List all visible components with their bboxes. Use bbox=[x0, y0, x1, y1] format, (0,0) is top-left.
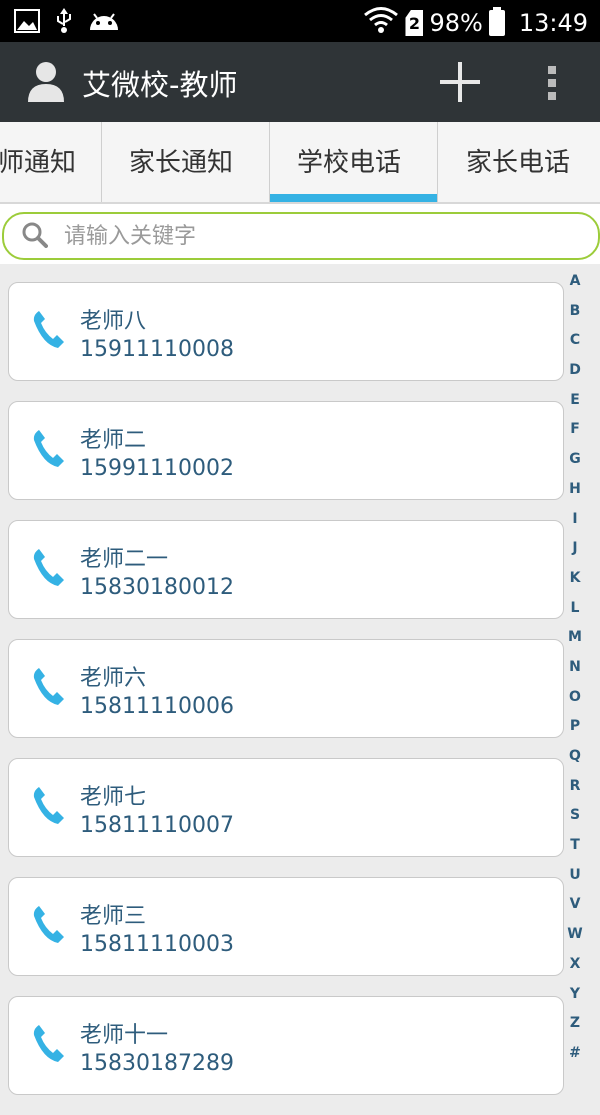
alphabet-index-letter[interactable]: U bbox=[569, 866, 580, 884]
phone-icon[interactable] bbox=[31, 785, 65, 825]
phone-icon[interactable] bbox=[31, 547, 65, 587]
search-input[interactable] bbox=[62, 218, 566, 254]
alphabet-index-letter[interactable]: K bbox=[570, 569, 581, 587]
battery-icon bbox=[488, 7, 505, 36]
action-bar: 艾微校-教师 bbox=[0, 42, 600, 122]
contact-phone: 15811110007 bbox=[80, 813, 234, 838]
alphabet-index-letter[interactable]: O bbox=[569, 688, 581, 706]
alphabet-index-letter[interactable]: P bbox=[570, 717, 580, 735]
image-icon bbox=[14, 9, 40, 39]
contact-name: 老师三 bbox=[80, 904, 147, 929]
contact-name: 老师二 bbox=[80, 428, 147, 453]
alphabet-index-letter[interactable]: C bbox=[570, 331, 580, 349]
phone-icon[interactable] bbox=[31, 309, 65, 349]
alphabet-index-letter[interactable]: S bbox=[570, 806, 580, 824]
phone-icon[interactable] bbox=[31, 428, 65, 468]
usb-icon bbox=[54, 8, 74, 40]
alphabet-index-letter[interactable]: H bbox=[569, 480, 581, 498]
app-title: 艾微校-教师 bbox=[82, 68, 238, 102]
status-bar: 2 98% 13:49 bbox=[0, 0, 600, 42]
alphabet-index-letter[interactable]: E bbox=[570, 391, 580, 409]
contact-name: 老师七 bbox=[80, 785, 147, 810]
alphabet-index-letter[interactable]: Q bbox=[569, 747, 581, 765]
contact-card[interactable]: 老师七 15811110007 bbox=[8, 758, 564, 857]
phone-icon[interactable] bbox=[31, 666, 65, 706]
alphabet-index-letter[interactable]: I bbox=[572, 510, 577, 528]
contact-name: 老师十一 bbox=[80, 1023, 169, 1048]
search-icon bbox=[22, 222, 48, 248]
contact-phone: 15830187289 bbox=[80, 1051, 234, 1076]
contact-name: 老师六 bbox=[80, 666, 147, 691]
tab-bar: 教师通知 家长通知 学校电话 家长电话 bbox=[0, 122, 600, 204]
contact-phone: 15811110003 bbox=[80, 932, 234, 957]
phone-icon[interactable] bbox=[31, 1023, 65, 1063]
alphabet-index-letter[interactable]: D bbox=[569, 361, 581, 379]
alphabet-index-letter[interactable]: T bbox=[570, 836, 580, 854]
alphabet-index-letter[interactable]: M bbox=[568, 628, 582, 646]
alphabet-index-letter[interactable]: A bbox=[570, 272, 581, 290]
alphabet-index-letter[interactable]: W bbox=[567, 925, 582, 943]
android-icon bbox=[88, 10, 120, 38]
contact-phone: 15911110008 bbox=[80, 337, 234, 362]
alphabet-index-letter[interactable]: R bbox=[570, 777, 581, 795]
alphabet-index-letter[interactable]: # bbox=[569, 1044, 581, 1062]
add-icon[interactable] bbox=[440, 62, 480, 102]
contact-card[interactable]: 老师八 15911110008 bbox=[8, 282, 564, 381]
contact-list: 老师八 15911110008 老师二 15991110002 老师二一 15830180… bbox=[8, 282, 564, 1115]
tab-parent-notice[interactable]: 家长通知 bbox=[101, 122, 270, 202]
tab-school-phone[interactable]: 学校电话 bbox=[270, 122, 438, 202]
contact-card[interactable]: 老师三 15811110003 bbox=[8, 877, 564, 976]
contact-card[interactable]: 老师十一 15830187289 bbox=[8, 996, 564, 1095]
wifi-icon bbox=[363, 6, 399, 40]
search-bar bbox=[0, 204, 600, 264]
alphabet-index-letter[interactable]: J bbox=[572, 539, 577, 557]
contact-name: 老师二一 bbox=[80, 547, 169, 572]
alphabet-index-letter[interactable]: Y bbox=[570, 985, 580, 1003]
alphabet-index-letter[interactable]: G bbox=[569, 450, 581, 468]
contact-name: 老师八 bbox=[80, 309, 147, 334]
alphabet-index-letter[interactable]: B bbox=[570, 302, 581, 320]
battery-percent: 98% bbox=[429, 9, 483, 37]
phone-icon[interactable] bbox=[31, 904, 65, 944]
contact-phone: 15811110006 bbox=[80, 694, 234, 719]
contact-card[interactable]: 老师二一 15830180012 bbox=[8, 520, 564, 619]
status-time: 13:49 bbox=[518, 9, 588, 37]
contact-phone: 15991110002 bbox=[80, 456, 234, 481]
alphabet-index-letter[interactable]: X bbox=[570, 955, 581, 973]
alphabet-index: A B C D E F G H I J K L M N O P Q R S T U V W X Y Z # bbox=[562, 272, 588, 1062]
alphabet-index-letter[interactable]: L bbox=[571, 599, 580, 617]
contact-phone: 15830180012 bbox=[80, 575, 234, 600]
contact-card[interactable]: 老师二 15991110002 bbox=[8, 401, 564, 500]
alphabet-index-letter[interactable]: V bbox=[570, 895, 581, 913]
overflow-menu-icon[interactable] bbox=[545, 66, 559, 102]
alphabet-index-letter[interactable]: F bbox=[570, 420, 580, 438]
tab-selected-indicator bbox=[270, 194, 437, 202]
alphabet-index-letter[interactable]: Z bbox=[570, 1014, 580, 1032]
alphabet-index-letter[interactable]: N bbox=[569, 658, 581, 676]
search-box bbox=[2, 212, 600, 260]
tab-parent-phone[interactable]: 家长电话 bbox=[438, 122, 600, 202]
tab-teacher-notice[interactable]: 教师通知 bbox=[0, 122, 102, 202]
sim-card-icon: 2 bbox=[405, 10, 424, 36]
contact-card[interactable]: 老师六 15811110006 bbox=[8, 639, 564, 738]
user-avatar-icon[interactable] bbox=[26, 60, 66, 102]
